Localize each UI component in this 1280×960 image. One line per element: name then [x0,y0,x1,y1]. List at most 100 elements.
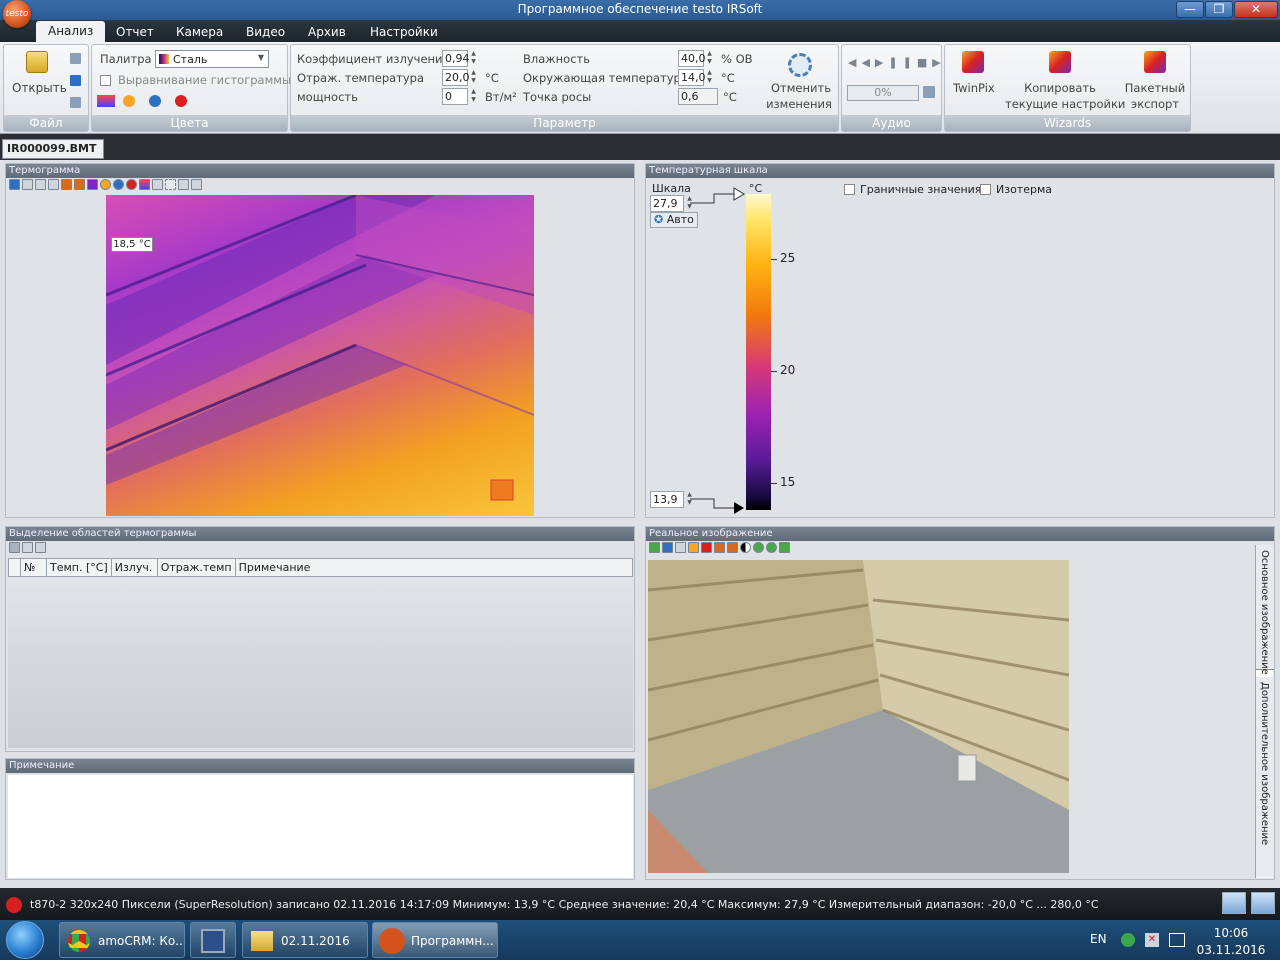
twinpix-icon[interactable] [962,51,984,73]
taskbar-item-irsoft[interactable]: Программн... [372,922,498,958]
ambient-temp-stepper[interactable]: ▲ ▼ [705,69,714,86]
tab-settings[interactable]: Настройки [358,22,450,42]
real-save-icon[interactable] [662,542,673,553]
profile-icon[interactable] [152,179,163,190]
temperature-scale-bar[interactable] [746,194,771,510]
clock-time[interactable]: 10:06 [1198,926,1264,940]
area-select-icon[interactable] [165,179,176,190]
col-temp[interactable]: Темп. [°C] [46,558,112,577]
color-alarm-icon[interactable] [175,95,187,107]
close-window-button[interactable]: ✕ [1234,1,1278,18]
tab-camera[interactable]: Камера [164,22,235,42]
delete-area-icon[interactable] [178,179,189,190]
refl-temp-input[interactable]: 20,0 [442,69,470,86]
save-image-icon[interactable] [9,179,20,190]
regions-save-icon[interactable] [9,542,20,553]
save-all-icon[interactable] [70,97,81,108]
col-emissivity[interactable]: Излуч. [110,558,158,577]
humidity-stepper[interactable]: ▲ ▼ [705,50,714,67]
histogram-icon[interactable] [139,179,150,190]
limits-checkbox[interactable] [844,184,855,195]
start-button-icon[interactable] [6,921,44,959]
power-stepper[interactable]: ▲ ▼ [469,88,478,105]
power-input[interactable]: 0 [442,88,468,105]
side-tab-main[interactable]: Основное изображение [1256,545,1274,675]
marker-icon[interactable] [87,179,98,190]
copy-settings-line2[interactable]: текущие настройки [1005,97,1125,111]
real-open-icon[interactable] [649,542,660,553]
minimize-button[interactable]: — [1176,1,1204,18]
note-textarea[interactable] [8,775,633,878]
side-tab-extra[interactable]: Дополнительное изображение [1256,677,1274,877]
window-layout-alt-icon[interactable] [1251,892,1275,914]
undo-changes-line2[interactable]: изменения [763,97,835,111]
emissivity-input[interactable]: 0,94 [442,50,470,67]
col-number[interactable]: № [20,558,47,577]
copy-icon[interactable] [22,179,33,190]
zoom-in-icon[interactable] [61,179,72,190]
palette-select[interactable]: Сталь ▼ [155,50,269,68]
real-paste-icon[interactable] [688,542,699,553]
save-as-icon[interactable] [70,75,81,86]
stop-icon[interactable]: ■ [917,56,932,69]
zoom-minus-icon[interactable] [766,542,777,553]
tab-archive[interactable]: Архив [296,22,358,42]
taskbar-item-chrome[interactable]: amoCRM: Ко... [59,922,185,958]
batch-export-line2[interactable]: экспорт [1121,97,1189,111]
open-button[interactable]: Открыть [12,81,67,95]
cold-spot-icon[interactable] [113,179,124,190]
audio-save-icon[interactable] [923,86,935,98]
grid-icon[interactable] [191,179,202,190]
col-refl-temp[interactable]: Отраж.темп [156,558,236,577]
play-icon[interactable]: ▶ [875,56,888,69]
twinpix-button[interactable]: TwinPix [953,81,995,95]
alarm-icon[interactable] [126,179,137,190]
thermogram-image[interactable] [106,195,534,516]
color-max-icon[interactable] [123,95,135,107]
refl-temp-stepper[interactable]: ▲ ▼ [469,69,478,86]
real-delete-icon[interactable] [701,542,712,553]
gear-undo-icon[interactable] [788,53,812,77]
clock-date[interactable]: 03.11.2016 [1196,943,1266,957]
color-palette-icon[interactable] [97,95,115,107]
real-photo[interactable] [648,560,1069,873]
window-layout-icon[interactable] [1222,892,1246,914]
tab-report[interactable]: Отчет [104,22,166,42]
maximize-button[interactable]: ❐ [1205,1,1233,18]
tab-analysis[interactable]: Анализ [36,21,106,43]
col-note[interactable]: Примечание [234,558,634,577]
testo-logo-icon[interactable]: testo [3,0,31,28]
copy-settings-line1[interactable]: Копировать [1005,81,1115,95]
tray-network-icon[interactable] [1169,933,1185,947]
scale-min-input[interactable]: 13,9 [650,491,684,508]
zoom-fit-icon[interactable] [779,542,790,553]
export-icon[interactable] [48,179,59,190]
ambient-temp-input[interactable]: 14,0 [678,69,706,86]
real-zoom-in-icon[interactable] [714,542,725,553]
zoom-out-icon[interactable] [74,179,85,190]
tray-volume-icon[interactable]: ✕ [1145,933,1159,947]
scale-max-input[interactable]: 27,9 [650,195,684,212]
taskbar-item-save[interactable] [190,922,236,958]
open-folder-icon[interactable] [26,51,48,73]
batch-export-icon[interactable] [1144,51,1166,73]
color-min-icon[interactable] [149,95,161,107]
document-tab[interactable]: IR000099.BMT × [2,139,104,173]
contrast-icon[interactable] [740,542,751,553]
undo-changes-line1[interactable]: Отменить [771,81,831,95]
copy-settings-icon[interactable] [1049,51,1071,73]
pause-icon[interactable]: ❚❚ [888,56,916,69]
taskbar-item-folder[interactable]: 02.11.2016 [242,922,368,958]
real-zoom-out-icon[interactable] [727,542,738,553]
regions-delete-icon[interactable] [35,542,46,553]
zoom-plus-icon[interactable] [753,542,764,553]
paste-icon[interactable] [35,179,46,190]
language-indicator[interactable]: EN [1090,932,1107,946]
batch-export-line1[interactable]: Пакетный [1121,81,1189,95]
hot-spot-icon[interactable] [100,179,111,190]
humidity-input[interactable]: 40,0 [678,50,706,67]
histogram-checkbox[interactable] [100,75,111,86]
tab-video[interactable]: Видео [234,22,297,42]
tray-update-icon[interactable] [1121,933,1135,947]
regions-copy-icon[interactable] [22,542,33,553]
